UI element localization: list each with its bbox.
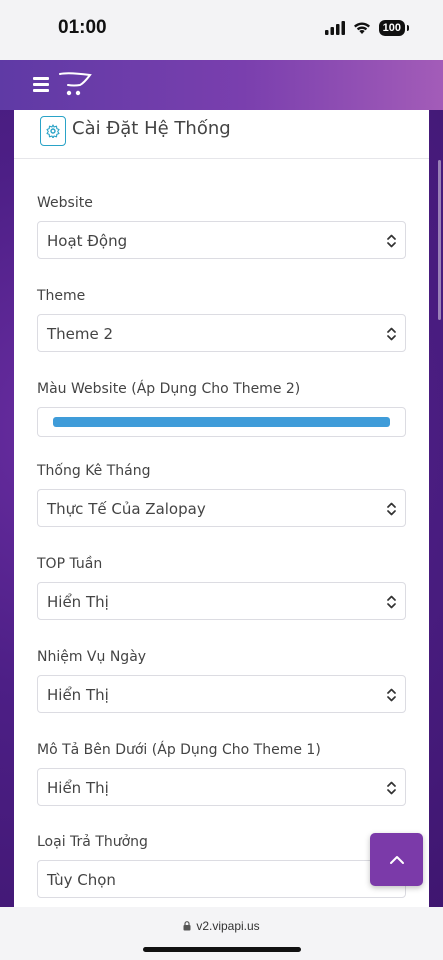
back-to-top-button[interactable] xyxy=(370,833,423,886)
theme-label: Theme xyxy=(37,288,86,304)
daily-task-field: Nhiệm Vụ Ngày Hiển Thị xyxy=(37,649,406,713)
page-title: Cài Đặt Hệ Thống xyxy=(72,118,231,139)
website-select[interactable]: Hoạt Động xyxy=(37,221,406,259)
description-field: Mô Tả Bên Dưới (Áp Dụng Cho Theme 1) Hiể… xyxy=(37,742,406,806)
reward-type-select[interactable]: Tùy Chọn xyxy=(37,860,406,898)
app-header xyxy=(0,60,443,110)
monthly-stats-label: Thống Kê Tháng xyxy=(37,463,151,479)
description-label: Mô Tả Bên Dưới (Áp Dụng Cho Theme 1) xyxy=(37,742,321,758)
daily-task-label: Nhiệm Vụ Ngày xyxy=(37,649,147,665)
top-week-select-value: Hiển Thị xyxy=(47,593,109,611)
lock-icon xyxy=(183,921,191,931)
url-text: v2.vipapi.us xyxy=(196,919,260,933)
battery-indicator: 100 xyxy=(378,20,410,36)
chevron-updown-icon xyxy=(387,595,396,609)
home-indicator xyxy=(143,947,301,952)
chevron-updown-icon xyxy=(387,781,396,795)
top-week-select[interactable]: Hiển Thị xyxy=(37,582,406,620)
chevron-updown-icon xyxy=(387,502,396,516)
daily-task-select[interactable]: Hiển Thị xyxy=(37,675,406,713)
theme-field: Theme Theme 2 xyxy=(37,288,406,352)
monthly-stats-select[interactable]: Thực Tế Của Zalopay xyxy=(37,489,406,527)
top-week-label: TOP Tuần xyxy=(37,556,103,572)
cart-logo-icon[interactable] xyxy=(58,71,92,99)
hamburger-menu-icon[interactable] xyxy=(33,77,49,92)
chevron-updown-icon xyxy=(387,327,396,341)
website-label: Website xyxy=(37,195,93,211)
website-field: Website Hoạt Động xyxy=(37,195,406,259)
website-color-picker[interactable] xyxy=(37,407,406,437)
status-time: 01:00 xyxy=(58,17,107,38)
chevron-updown-icon xyxy=(387,688,396,702)
chevron-updown-icon xyxy=(387,234,396,248)
page-scrollbar[interactable] xyxy=(438,160,441,320)
wifi-icon xyxy=(353,22,370,34)
website-color-swatch xyxy=(53,417,390,427)
settings-gear-icon xyxy=(40,116,66,146)
chevron-up-icon xyxy=(389,855,404,864)
reward-type-label: Loại Trả Thưởng xyxy=(37,834,148,850)
address-bar[interactable]: v2.vipapi.us xyxy=(0,919,443,933)
status-icons: 100 xyxy=(324,20,410,36)
theme-select-value: Theme 2 xyxy=(47,325,114,343)
signal-icon xyxy=(324,21,345,35)
browser-bottom-bar: v2.vipapi.us xyxy=(0,907,443,960)
theme-select[interactable]: Theme 2 xyxy=(37,314,406,352)
reward-type-select-value: Tùy Chọn xyxy=(47,871,116,889)
website-color-label: Màu Website (Áp Dụng Cho Theme 2) xyxy=(37,381,301,397)
status-bar: 01:00 100 xyxy=(0,0,443,60)
top-week-field: TOP Tuần Hiển Thị xyxy=(37,556,406,620)
monthly-stats-field: Thống Kê Tháng Thực Tế Của Zalopay xyxy=(37,463,406,527)
description-select[interactable]: Hiển Thị xyxy=(37,768,406,806)
website-color-field: Màu Website (Áp Dụng Cho Theme 2) xyxy=(37,381,406,437)
description-select-value: Hiển Thị xyxy=(47,779,109,797)
daily-task-select-value: Hiển Thị xyxy=(47,686,109,704)
monthly-stats-select-value: Thực Tế Của Zalopay xyxy=(47,500,206,518)
reward-type-field: Loại Trả Thưởng Tùy Chọn xyxy=(37,834,406,898)
settings-card: Cài Đặt Hệ Thống Website Hoạt Động Theme… xyxy=(14,110,429,907)
card-header: Cài Đặt Hệ Thống xyxy=(14,110,429,159)
website-select-value: Hoạt Động xyxy=(47,232,128,250)
